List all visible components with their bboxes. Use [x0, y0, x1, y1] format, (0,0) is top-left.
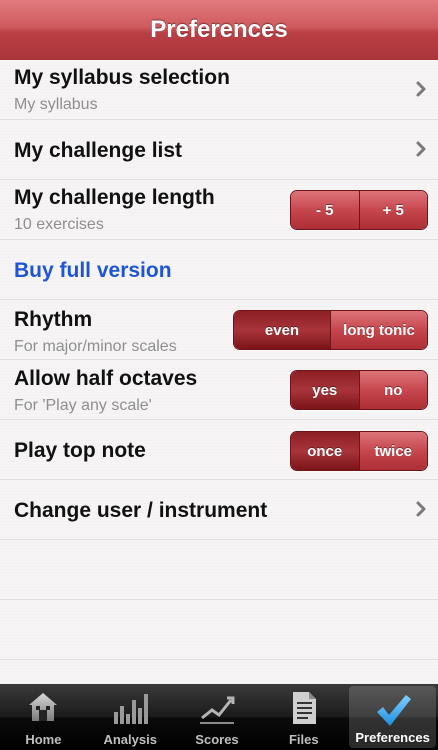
row-title: Change user / instrument — [14, 499, 268, 522]
play-top-note-row: Play top note once twice — [0, 420, 438, 480]
row-subtitle: 10 exercises — [14, 216, 104, 233]
page-title: Preferences — [150, 16, 288, 43]
half-octaves-segmented-control: yes no — [290, 370, 428, 410]
top-note-segmented-control: once twice — [290, 431, 428, 471]
preferences-list: My syllabus selection My syllabus My cha… — [0, 60, 438, 684]
tab-files[interactable]: Files — [260, 684, 347, 750]
row-title: Rhythm — [14, 308, 93, 331]
tab-label: Analysis — [103, 732, 157, 747]
row-title: Allow half octaves — [14, 367, 198, 390]
tab-preferences[interactable]: Preferences — [349, 686, 436, 748]
row-title: Play top note — [14, 439, 146, 462]
document-icon — [292, 692, 316, 724]
tab-label: Scores — [195, 732, 239, 747]
empty-row — [0, 540, 438, 600]
checkmark-icon — [376, 695, 411, 726]
row-title: My syllabus selection — [14, 66, 230, 89]
row-subtitle: For major/minor scales — [14, 338, 177, 355]
tab-bar: Home Analysis Scores Files Preferences — [0, 684, 438, 750]
row-title: My challenge list — [14, 139, 183, 162]
challenge-length-row: My challenge length 10 exercises - 5 + 5 — [0, 180, 438, 240]
decrease-5-button[interactable]: - 5 — [291, 191, 359, 229]
top-note-twice-option[interactable]: twice — [358, 432, 427, 470]
top-note-once-option[interactable]: once — [291, 432, 359, 470]
half-octaves-yes-option[interactable]: yes — [291, 371, 359, 409]
half-octaves-row: Allow half octaves For 'Play any scale' … — [0, 360, 438, 420]
bar-chart-icon — [114, 694, 149, 724]
row-subtitle: For 'Play any scale' — [14, 397, 152, 414]
row-subtitle: My syllabus — [14, 96, 98, 113]
tab-label: Preferences — [355, 730, 430, 745]
buy-full-version-row[interactable]: Buy full version — [0, 240, 438, 300]
challenge-length-stepper: - 5 + 5 — [290, 190, 428, 230]
rhythm-row: Rhythm For major/minor scales even long … — [0, 300, 438, 360]
navigation-bar: Preferences — [0, 0, 438, 61]
change-user-row[interactable]: Change user / instrument — [0, 480, 438, 540]
tab-label: Home — [25, 732, 62, 747]
half-octaves-no-option[interactable]: no — [358, 371, 427, 409]
tab-label: Files — [288, 732, 319, 747]
increase-5-button[interactable]: + 5 — [358, 191, 427, 229]
row-title: My challenge length — [14, 186, 215, 209]
empty-row — [0, 600, 438, 660]
tab-home[interactable]: Home — [0, 684, 87, 750]
chevron-right-icon — [416, 501, 426, 517]
rhythm-even-option[interactable]: even — [234, 311, 330, 349]
tab-analysis[interactable]: Analysis — [87, 684, 174, 750]
challenge-list-row[interactable]: My challenge list — [0, 120, 438, 180]
rhythm-segmented-control: even long tonic — [233, 310, 428, 350]
chevron-right-icon — [416, 141, 426, 157]
chevron-right-icon — [416, 81, 426, 97]
syllabus-selection-row[interactable]: My syllabus selection My syllabus — [0, 60, 438, 120]
line-chart-icon — [199, 696, 235, 724]
tab-scores[interactable]: Scores — [174, 684, 261, 750]
rhythm-long-tonic-option[interactable]: long tonic — [330, 311, 427, 349]
buy-full-version-link[interactable]: Buy full version — [14, 259, 172, 283]
house-icon — [29, 693, 58, 721]
